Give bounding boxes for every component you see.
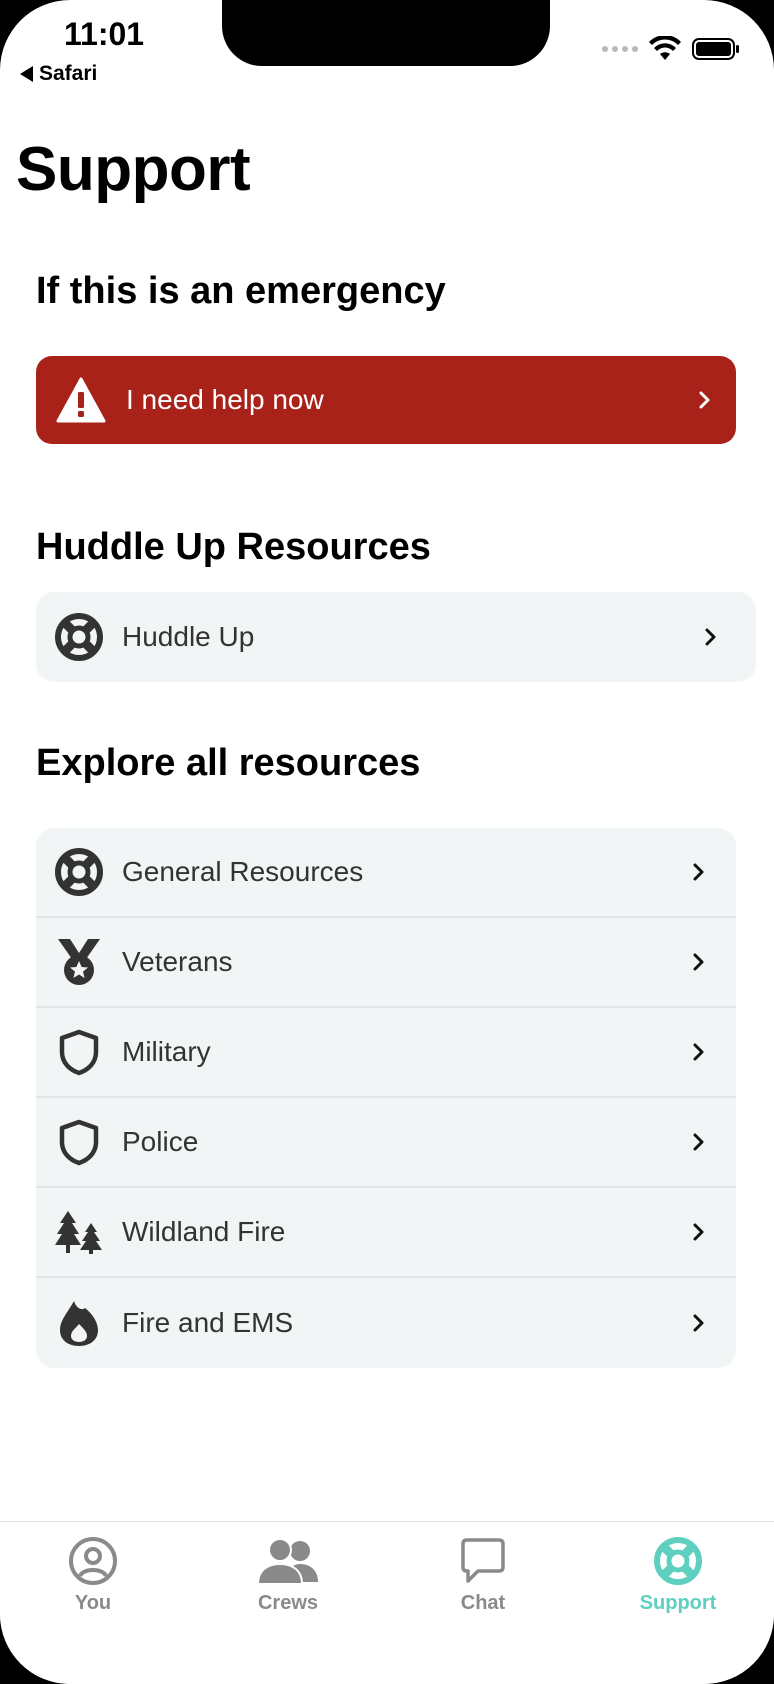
tab-chat[interactable]: Chat [413,1536,553,1615]
resource-row-general-resources[interactable]: General Resources [36,828,736,918]
wifi-icon [649,36,681,60]
tab-crews[interactable]: Crews [218,1536,358,1615]
tab-bar: You Crews Chat Support [0,1521,774,1684]
users-icon [256,1538,318,1585]
huddle-section-title: Huddle Up Resources [36,526,431,568]
resource-label: Wildland Fire [122,1216,286,1247]
resource-row-wildland-fire[interactable]: Wildland Fire [36,1188,736,1278]
resource-label: Veterans [122,946,233,977]
emergency-help-label: I need help now [126,384,324,415]
chevron-right-icon [693,863,704,881]
explore-resources-list: General Resources Veterans Military Poli… [36,828,736,1368]
status-indicators [602,36,740,62]
tab-label: Chat [460,1592,506,1614]
lifebuoy-icon [654,1537,702,1585]
shield-icon [54,1117,104,1167]
app-screen: 11:01 Safari Support If this is an emerg… [0,0,774,1684]
cellular-signal-icon [602,46,638,52]
huddle-resources-list: Huddle Up [36,592,756,682]
emergency-section-title: If this is an emergency [36,270,446,312]
back-to-safari-button[interactable]: Safari [20,62,97,86]
back-app-label: Safari [39,62,98,85]
resource-row-military[interactable]: Military [36,1008,736,1098]
lifebuoy-icon [54,847,104,897]
shield-icon [54,1027,104,1077]
resource-row-fire-and-ems[interactable]: Fire and EMS [36,1278,736,1368]
chat-bubble-icon [461,1538,505,1583]
chevron-right-icon [693,1314,704,1332]
tab-label: Support [639,1592,717,1614]
tab-label: Crews [257,1592,319,1614]
chevron-right-icon [693,1043,704,1061]
warning-icon [56,377,106,423]
chevron-right-icon [705,628,716,646]
flame-icon [54,1298,104,1348]
chevron-right-icon [699,391,710,409]
resource-label: Huddle Up [122,621,255,652]
lifebuoy-icon [54,612,104,662]
back-arrow-icon [20,66,33,82]
explore-section-title: Explore all resources [36,742,421,784]
resource-row-huddle-up[interactable]: Huddle Up [36,592,756,682]
tab-label: You [74,1592,112,1614]
user-circle-icon [69,1537,117,1585]
tab-you[interactable]: You [23,1536,163,1615]
chevron-right-icon [693,1133,704,1151]
resource-label: Military [122,1036,211,1067]
resource-row-police[interactable]: Police [36,1098,736,1188]
resource-row-veterans[interactable]: Veterans [36,918,736,1008]
device-notch [222,0,550,66]
tab-support[interactable]: Support [608,1536,748,1615]
chevron-right-icon [693,953,704,971]
resource-label: Police [122,1126,199,1157]
battery-icon [692,38,739,60]
chevron-right-icon [693,1223,704,1241]
resource-label: General Resources [122,856,364,887]
emergency-help-button[interactable]: I need help now [36,356,736,444]
resource-label: Fire and EMS [122,1307,294,1338]
trees-icon [54,1207,104,1257]
medal-icon [54,937,104,987]
status-time: 11:01 [64,16,145,52]
page-title: Support [16,135,251,204]
